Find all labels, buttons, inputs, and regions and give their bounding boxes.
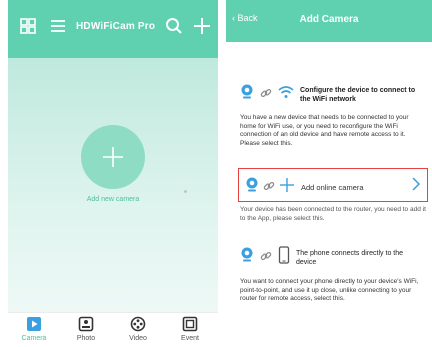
app-title: HDWiFiCam Pro: [76, 21, 156, 32]
option-wifi-config[interactable]: Configure the device to connect to the W…: [240, 84, 418, 105]
bottom-nav: Camera Photo Video Event: [8, 312, 218, 347]
phone-icon: [278, 246, 290, 269]
option-title: Configure the device to connect to the W…: [300, 86, 416, 103]
nav-event[interactable]: Event: [168, 316, 212, 342]
option-add-online-camera[interactable]: Add online camera: [238, 168, 428, 202]
search-icon[interactable]: [164, 16, 184, 36]
camera-play-icon: [27, 317, 41, 331]
add-camera-screen: ‹ Back Add Camera Configure the device t…: [226, 0, 432, 347]
menu-icon[interactable]: [48, 16, 68, 36]
grid-icon[interactable]: [18, 16, 38, 36]
add-camera-header: ‹ Back Add Camera: [226, 0, 432, 42]
camera-icon: [245, 177, 259, 198]
wifi-icon: [278, 85, 294, 104]
option-description: You want to connect your phone directly …: [240, 278, 419, 302]
add-camera-button[interactable]: [81, 125, 145, 189]
option-description: Your device has been connected to the ro…: [240, 206, 426, 222]
nav-photo[interactable]: Photo: [64, 316, 108, 342]
photo-icon: [78, 316, 94, 332]
add-camera-label[interactable]: Add new camera: [81, 196, 145, 203]
plus-icon: [103, 147, 123, 167]
option-title: Add online camera: [301, 183, 364, 192]
nav-camera[interactable]: Camera: [12, 316, 56, 342]
app-header: HDWiFiCam Pro: [8, 0, 218, 58]
nav-label: Video: [129, 335, 147, 342]
nav-label: Photo: [76, 335, 96, 342]
option-direct-connect[interactable]: The phone connects directly to the devic…: [240, 246, 414, 269]
add-icon[interactable]: [192, 16, 212, 36]
video-reel-icon: [130, 316, 146, 332]
option-description: You have a new device that needs to be c…: [240, 114, 409, 147]
link-icon: [263, 179, 275, 197]
page-title: Add Camera: [299, 14, 359, 25]
chevron-right-icon: [411, 176, 421, 197]
option-title: The phone connects directly to the devic…: [296, 249, 404, 266]
camera-icon: [240, 247, 254, 268]
link-icon: [260, 249, 272, 267]
camera-icon: [240, 84, 254, 105]
nav-label: Event: [181, 335, 199, 342]
nav-video[interactable]: Video: [116, 316, 160, 342]
decorative-dot: [184, 190, 187, 193]
home-screen: HDWiFiCam Pro Add new camera Camera Phot…: [8, 0, 218, 347]
network-node-icon: [279, 177, 295, 198]
link-icon: [260, 86, 272, 104]
event-icon: [182, 316, 198, 332]
nav-label: Camera: [21, 335, 47, 342]
